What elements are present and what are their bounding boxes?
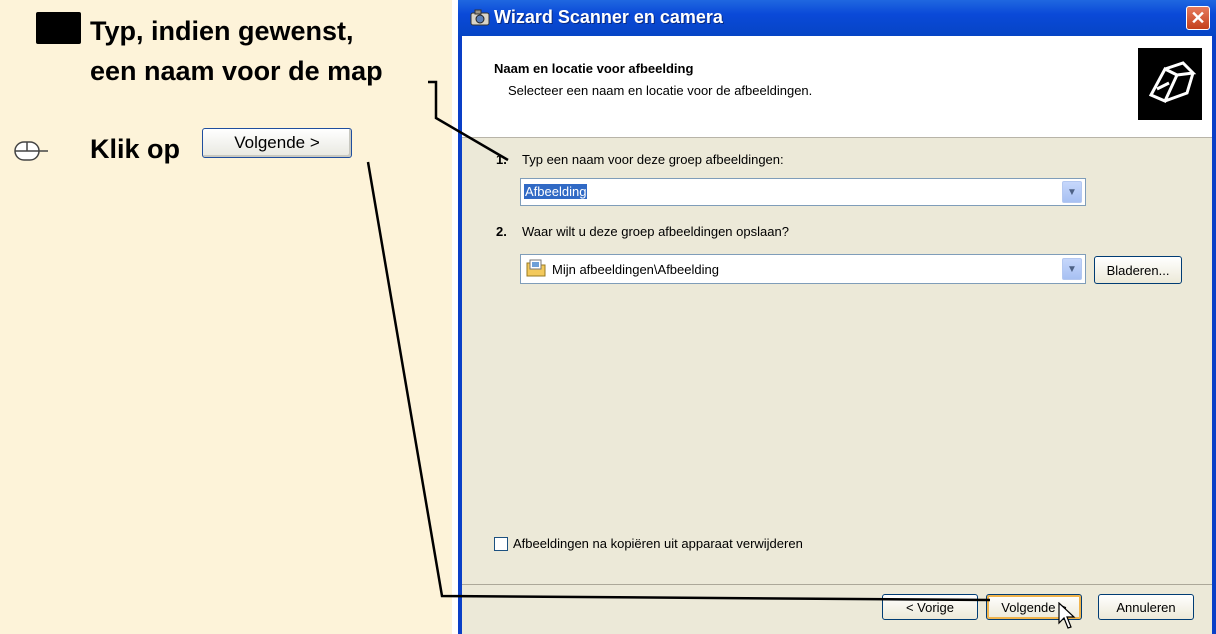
location-value: Mijn afbeeldingen\Afbeelding — [552, 262, 719, 277]
chevron-down-icon[interactable]: ▼ — [1062, 258, 1082, 280]
delete-after-copy-checkbox[interactable] — [494, 537, 508, 551]
group-name-combobox[interactable] — [520, 178, 1086, 206]
back-button[interactable]: < Vorige — [882, 594, 978, 620]
camera-icon — [470, 9, 490, 26]
reference-next-button: Volgende > — [202, 128, 352, 158]
step-1-number: 1. — [496, 152, 507, 167]
keyboard-icon — [36, 12, 81, 44]
chevron-down-icon[interactable]: ▼ — [1062, 181, 1082, 203]
wizard-content — [462, 138, 1212, 634]
group-name-value[interactable]: Afbeelding — [524, 184, 588, 199]
header-title: Naam en locatie voor afbeelding — [494, 61, 694, 76]
window-title: Wizard Scanner en camera — [494, 7, 723, 27]
mouse-icon — [14, 141, 48, 161]
cursor-icon — [1058, 602, 1076, 629]
header-subtitle: Selecteer een naam en locatie voor de af… — [508, 83, 813, 98]
scanner-camera-logo-icon — [1138, 48, 1202, 120]
folder-icon — [526, 259, 546, 277]
step-2-label: Waar wilt u deze groep afbeeldingen opsl… — [522, 224, 789, 239]
cancel-button[interactable]: Annuleren — [1098, 594, 1194, 620]
instruction-panel — [0, 0, 452, 634]
browse-button[interactable]: Bladeren... — [1094, 256, 1182, 284]
footer-divider — [462, 584, 1212, 585]
step-1-label: Typ een naam voor deze groep afbeeldinge… — [522, 152, 784, 167]
instruction-line-2: een naam voor de map — [90, 56, 383, 86]
delete-after-copy-label[interactable]: Afbeeldingen na kopiëren uit apparaat ve… — [513, 536, 803, 551]
instruction-click-text: Klik op — [90, 134, 181, 164]
instruction-line-1: Typ, indien gewenst, — [90, 16, 354, 46]
close-button[interactable]: ✕ — [1186, 6, 1210, 30]
step-2-number: 2. — [496, 224, 507, 239]
